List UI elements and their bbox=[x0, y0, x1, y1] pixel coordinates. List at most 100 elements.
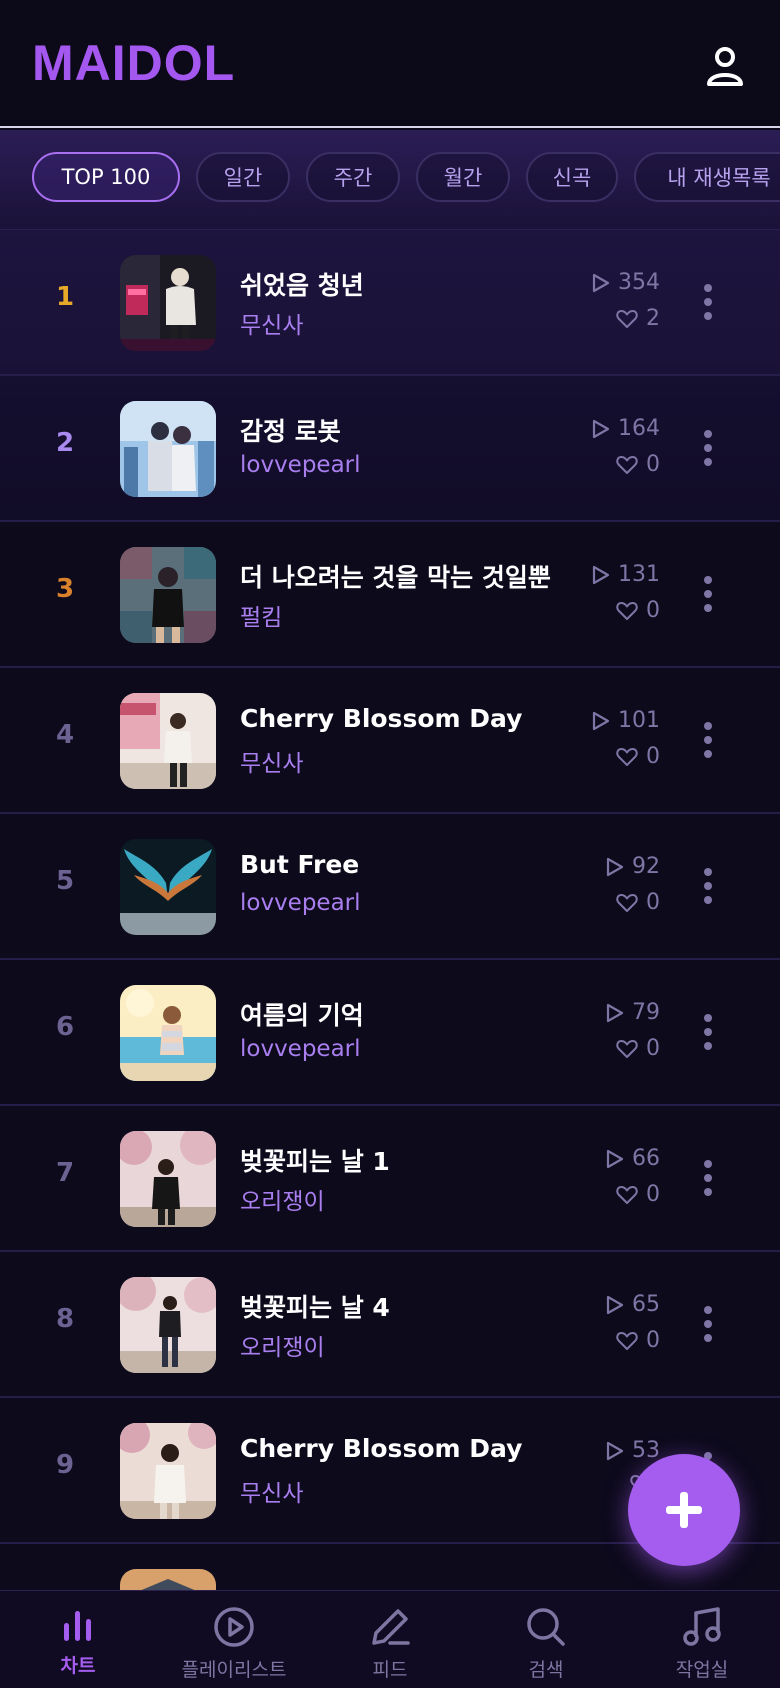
song-row[interactable]: 2 감정 로봇 lovvepearl 164 0 bbox=[0, 376, 780, 522]
song-artist[interactable]: lovvepearl bbox=[240, 452, 361, 478]
song-row[interactable]: 7 벚꽃피는 날 1 오리쟁이 66 0 bbox=[0, 1106, 780, 1252]
more-options-button[interactable] bbox=[700, 574, 716, 614]
user-icon bbox=[707, 47, 743, 86]
album-art bbox=[120, 1277, 216, 1373]
song-artist[interactable]: lovvepearl bbox=[240, 1036, 361, 1062]
like-count[interactable]: 0 bbox=[616, 1328, 660, 1353]
like-count[interactable]: 0 bbox=[616, 598, 660, 623]
nav-playlist[interactable]: 플레이리스트 bbox=[156, 1591, 312, 1688]
app-logo[interactable]: MAIDOL bbox=[32, 34, 235, 92]
song-row[interactable]: 5 But Free lovvepearl 92 0 bbox=[0, 814, 780, 960]
play-count: 101 bbox=[592, 708, 660, 733]
more-vertical-icon bbox=[704, 1306, 712, 1342]
like-count[interactable]: 0 bbox=[616, 1036, 660, 1061]
song-title: 쉬었음 청년 bbox=[240, 271, 364, 300]
song-row[interactable]: 8 벚꽃피는 날 4 오리쟁이 65 0 bbox=[0, 1252, 780, 1398]
song-artist[interactable]: 오리쟁이 bbox=[240, 1328, 325, 1362]
play-count: 53 bbox=[606, 1438, 660, 1463]
song-title: Cherry Blossom Day bbox=[240, 704, 523, 733]
play-count: 66 bbox=[606, 1146, 660, 1171]
add-button[interactable] bbox=[628, 1454, 740, 1566]
song-row[interactable]: 3 더 나오려는 것을 막는 것일뿐 펄킴 131 0 bbox=[0, 522, 780, 668]
more-options-button[interactable] bbox=[700, 866, 716, 906]
album-art bbox=[120, 1569, 216, 1590]
heart-icon bbox=[616, 601, 638, 620]
song-row[interactable]: 4 Cherry Blossom Day 무신사 101 0 bbox=[0, 668, 780, 814]
chart-icon bbox=[64, 1611, 91, 1641]
song-rank: 9 bbox=[55, 1450, 75, 1480]
pen-icon bbox=[372, 1609, 410, 1645]
song-title: 감정 로봇 bbox=[240, 417, 341, 446]
heart-icon bbox=[616, 1331, 638, 1350]
like-count-value: 0 bbox=[646, 744, 660, 769]
app-header: MAIDOL bbox=[0, 0, 780, 128]
album-art bbox=[120, 547, 216, 643]
filter-chip-monthly[interactable]: 월간 bbox=[416, 152, 510, 202]
play-count-value: 131 bbox=[618, 562, 660, 587]
nav-chart[interactable]: 차트 bbox=[0, 1591, 156, 1688]
like-count-value: 0 bbox=[646, 452, 660, 477]
play-circle-icon bbox=[214, 1607, 254, 1647]
song-artist[interactable]: 오리쟁이 bbox=[240, 1182, 325, 1216]
more-options-button[interactable] bbox=[700, 1158, 716, 1198]
song-artist[interactable]: lovvepearl bbox=[240, 890, 361, 916]
play-icon bbox=[606, 1149, 624, 1168]
more-options-button[interactable] bbox=[700, 1012, 716, 1052]
play-count-value: 92 bbox=[632, 854, 660, 879]
song-title: 여름의 기억 bbox=[240, 1001, 364, 1030]
album-art bbox=[120, 255, 216, 351]
song-row[interactable]: 1 쉬었음 청년 무신사 354 2 bbox=[0, 230, 780, 376]
album-art bbox=[120, 401, 216, 497]
song-artist[interactable]: 무신사 bbox=[240, 744, 303, 778]
like-count[interactable]: 0 bbox=[616, 1182, 660, 1207]
like-count-value: 0 bbox=[646, 890, 660, 915]
nav-feed[interactable]: 피드 bbox=[312, 1591, 468, 1688]
more-options-button[interactable] bbox=[700, 282, 716, 322]
filter-chip-weekly[interactable]: 주간 bbox=[306, 152, 400, 202]
play-count-value: 101 bbox=[618, 708, 660, 733]
song-rank: 4 bbox=[55, 720, 75, 750]
play-icon bbox=[592, 273, 610, 292]
nav-label: 차트 bbox=[60, 1655, 96, 1677]
song-rank: 3 bbox=[55, 574, 75, 604]
song-artist[interactable]: 무신사 bbox=[240, 1474, 303, 1508]
nav-label: 플레이리스트 bbox=[181, 1659, 287, 1681]
more-options-button[interactable] bbox=[700, 1304, 716, 1344]
heart-icon bbox=[616, 1039, 638, 1058]
filter-chip-top100[interactable]: TOP 100 bbox=[32, 152, 180, 202]
song-artist[interactable]: 펄킴 bbox=[240, 598, 282, 632]
more-options-button[interactable] bbox=[700, 720, 716, 760]
album-art bbox=[120, 839, 216, 935]
play-icon bbox=[592, 711, 610, 730]
more-vertical-icon bbox=[704, 576, 712, 612]
song-artist[interactable]: 무신사 bbox=[240, 306, 303, 340]
song-row[interactable]: 6 여름의 기억 lovvepearl 79 0 bbox=[0, 960, 780, 1106]
profile-button[interactable] bbox=[700, 42, 750, 92]
like-count[interactable]: 2 bbox=[616, 306, 660, 331]
play-icon bbox=[592, 419, 610, 438]
song-rank: 2 bbox=[55, 428, 75, 458]
more-vertical-icon bbox=[704, 868, 712, 904]
play-count: 164 bbox=[592, 416, 660, 441]
heart-icon bbox=[616, 1185, 638, 1204]
more-vertical-icon bbox=[704, 1014, 712, 1050]
like-count[interactable]: 0 bbox=[616, 744, 660, 769]
like-count-value: 0 bbox=[646, 1036, 660, 1061]
song-title: But Free bbox=[240, 850, 360, 879]
nav-studio[interactable]: 작업실 bbox=[624, 1591, 780, 1688]
plus-icon bbox=[666, 1492, 702, 1528]
album-art bbox=[120, 1423, 216, 1519]
more-vertical-icon bbox=[704, 1160, 712, 1196]
nav-search[interactable]: 검색 bbox=[468, 1591, 624, 1688]
play-count: 79 bbox=[606, 1000, 660, 1025]
like-count-value: 0 bbox=[646, 1328, 660, 1353]
heart-icon bbox=[616, 893, 638, 912]
filter-chip-my-playlist[interactable]: 내 재생목록 bbox=[634, 152, 780, 202]
search-icon bbox=[527, 1608, 565, 1646]
filter-chip-new[interactable]: 신곡 bbox=[526, 152, 618, 202]
like-count[interactable]: 0 bbox=[616, 890, 660, 915]
play-icon bbox=[606, 1295, 624, 1314]
filter-chip-daily[interactable]: 일간 bbox=[196, 152, 290, 202]
more-options-button[interactable] bbox=[700, 428, 716, 468]
like-count[interactable]: 0 bbox=[616, 452, 660, 477]
